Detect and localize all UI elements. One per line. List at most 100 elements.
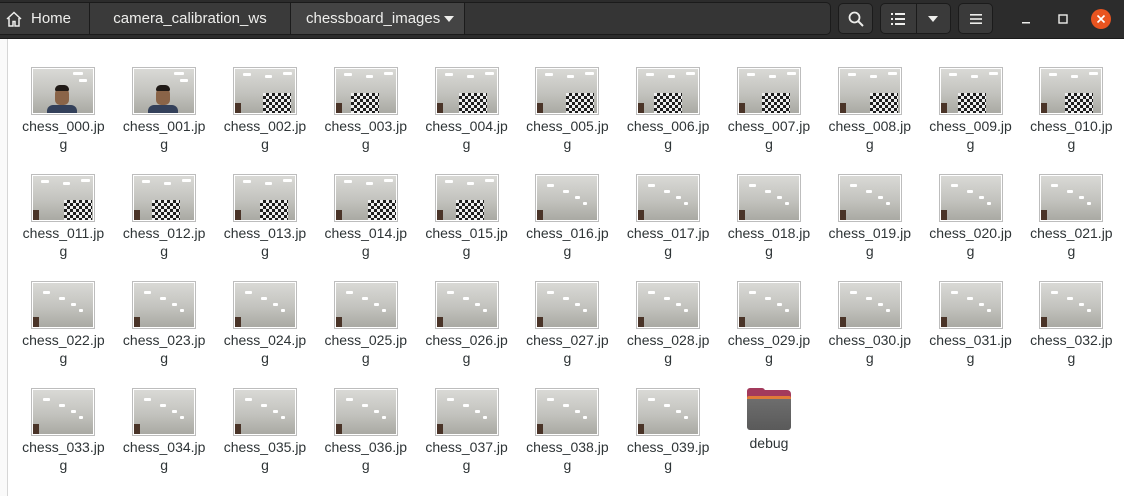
thumbnail-photo <box>537 390 598 434</box>
image-thumbnail <box>636 67 701 115</box>
file-item[interactable]: chess_000.jpg <box>13 58 114 165</box>
file-item[interactable]: chess_022.jpg <box>13 272 114 379</box>
file-item[interactable]: chess_001.jpg <box>114 58 215 165</box>
file-item[interactable]: chess_039.jpg <box>618 379 719 486</box>
image-thumbnail <box>535 174 600 222</box>
thumbnail-photo <box>134 176 195 220</box>
file-item[interactable]: chess_005.jpg <box>517 58 618 165</box>
maximize-button[interactable] <box>1053 9 1073 29</box>
image-thumbnail <box>31 281 96 329</box>
file-item[interactable]: chess_021.jpg <box>1021 165 1122 272</box>
file-item[interactable]: chess_017.jpg <box>618 165 719 272</box>
file-item[interactable]: chess_018.jpg <box>719 165 820 272</box>
file-name: chess_000.jpg <box>22 118 105 152</box>
file-item[interactable]: chess_024.jpg <box>215 272 316 379</box>
file-name: chess_002.jpg <box>223 118 307 152</box>
file-item[interactable]: chess_013.jpg <box>215 165 316 272</box>
path-bar: Home camera_calibration_ws chessboard_im… <box>0 2 831 35</box>
image-thumbnail <box>434 388 499 436</box>
minimize-button[interactable] <box>1016 9 1036 29</box>
file-name: chess_026.jpg <box>425 332 508 366</box>
thumbnail-photo <box>33 283 94 327</box>
file-name: chess_035.jpg <box>223 439 307 473</box>
file-item[interactable]: chess_027.jpg <box>517 272 618 379</box>
file-item[interactable]: chess_008.jpg <box>819 58 920 165</box>
list-view-button[interactable] <box>881 4 917 33</box>
file-item[interactable]: chess_030.jpg <box>819 272 920 379</box>
breadcrumb-chessboard-images[interactable]: chessboard_images <box>291 3 465 34</box>
file-item[interactable]: chess_009.jpg <box>920 58 1021 165</box>
header-bar: Home camera_calibration_ws chessboard_im… <box>0 0 1124 39</box>
thumbnail-photo <box>234 283 295 327</box>
file-item[interactable]: chess_035.jpg <box>215 379 316 486</box>
breadcrumb-home-label: Home <box>31 10 72 27</box>
file-item[interactable]: chess_026.jpg <box>416 272 517 379</box>
file-item[interactable]: chess_034.jpg <box>114 379 215 486</box>
file-name: chess_029.jpg <box>727 332 811 366</box>
thumbnail-photo <box>335 176 396 220</box>
file-name: chess_010.jpg <box>1030 118 1113 152</box>
file-item[interactable]: chess_028.jpg <box>618 272 719 379</box>
file-name: chess_023.jpg <box>122 332 206 366</box>
file-name: chess_006.jpg <box>626 118 710 152</box>
file-item[interactable]: chess_012.jpg <box>114 165 215 272</box>
thumbnail-photo <box>335 390 396 434</box>
file-item[interactable]: chess_020.jpg <box>920 165 1021 272</box>
file-name: chess_021.jpg <box>1030 225 1113 259</box>
image-thumbnail <box>636 388 701 436</box>
file-name: chess_037.jpg <box>425 439 508 473</box>
thumbnail-photo <box>234 176 295 220</box>
file-item[interactable]: chess_031.jpg <box>920 272 1021 379</box>
file-item[interactable]: chess_025.jpg <box>315 272 416 379</box>
chevron-down-icon[interactable] <box>444 3 454 34</box>
file-item[interactable]: chess_033.jpg <box>13 379 114 486</box>
search-button[interactable] <box>838 3 873 34</box>
thumbnail-photo <box>537 176 598 220</box>
file-item[interactable]: chess_029.jpg <box>719 272 820 379</box>
file-item[interactable]: chess_023.jpg <box>114 272 215 379</box>
file-name: chess_013.jpg <box>223 225 307 259</box>
file-name: chess_009.jpg <box>929 118 1012 152</box>
file-name: chess_012.jpg <box>122 225 206 259</box>
file-name: chess_008.jpg <box>828 118 912 152</box>
file-item[interactable]: chess_036.jpg <box>315 379 416 486</box>
file-item[interactable]: chess_014.jpg <box>315 165 416 272</box>
image-thumbnail <box>132 281 197 329</box>
close-button[interactable] <box>1091 9 1111 29</box>
file-item[interactable]: chess_011.jpg <box>13 165 114 272</box>
breadcrumb-home[interactable]: Home <box>0 3 90 34</box>
file-item[interactable]: chess_032.jpg <box>1021 272 1122 379</box>
file-item[interactable]: chess_006.jpg <box>618 58 719 165</box>
image-thumbnail <box>232 174 297 222</box>
image-thumbnail <box>1039 281 1104 329</box>
folder-item[interactable]: debug <box>719 379 820 486</box>
thumbnail-photo <box>738 176 799 220</box>
file-item[interactable]: chess_007.jpg <box>719 58 820 165</box>
image-thumbnail <box>837 281 902 329</box>
image-thumbnail <box>132 174 197 222</box>
file-item[interactable]: chess_038.jpg <box>517 379 618 486</box>
file-item[interactable]: chess_004.jpg <box>416 58 517 165</box>
image-thumbnail <box>535 281 600 329</box>
file-item[interactable]: chess_037.jpg <box>416 379 517 486</box>
thumbnail-photo <box>335 69 396 113</box>
file-item[interactable]: chess_019.jpg <box>819 165 920 272</box>
breadcrumb-camera-calibration-ws[interactable]: camera_calibration_ws <box>90 3 291 34</box>
image-thumbnail <box>837 67 902 115</box>
file-item[interactable]: chess_002.jpg <box>215 58 316 165</box>
menu-button[interactable] <box>958 3 993 34</box>
breadcrumb-label: camera_calibration_ws <box>113 10 267 27</box>
view-options-button[interactable] <box>917 4 951 33</box>
file-name: chess_034.jpg <box>122 439 206 473</box>
thumbnail-photo <box>940 69 1001 113</box>
file-name: chess_019.jpg <box>828 225 912 259</box>
file-name: chess_025.jpg <box>324 332 408 366</box>
file-item[interactable]: chess_016.jpg <box>517 165 618 272</box>
file-item[interactable]: chess_010.jpg <box>1021 58 1122 165</box>
thumbnail-photo <box>638 69 699 113</box>
file-name: chess_039.jpg <box>626 439 710 473</box>
file-item[interactable]: chess_003.jpg <box>315 58 416 165</box>
file-grid: chess_000.jpg chess_001.jpg chess_002.jpg c… <box>13 58 1121 486</box>
file-name: chess_011.jpg <box>22 225 105 259</box>
file-item[interactable]: chess_015.jpg <box>416 165 517 272</box>
